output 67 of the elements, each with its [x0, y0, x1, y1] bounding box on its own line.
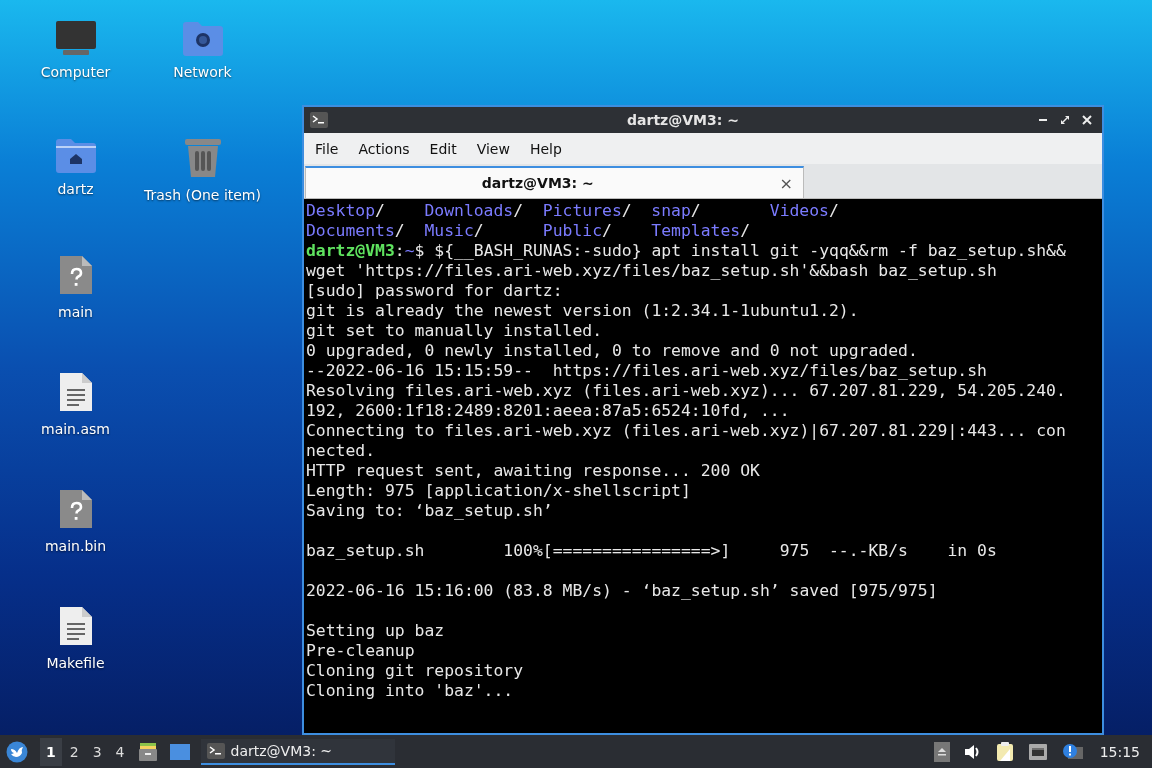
- command-line: dartz@VM3:~$ ${__BASH_RUNAS:-sudo} apt install git -yqq&&rm -f baz_setup.sh&&: [306, 241, 1066, 260]
- eject-icon[interactable]: [933, 741, 950, 762]
- menu-item[interactable]: Help: [529, 136, 572, 161]
- workspace-button[interactable]: 3: [86, 737, 108, 766]
- unknown-file-icon[interactable]: [58, 254, 93, 296]
- terminal-line: Length: 975 [application/x-shellscript]: [306, 481, 691, 500]
- tab-close-button[interactable]: ×: [769, 173, 803, 193]
- terminal-line: baz_setup.sh 100%[================>] 975 --.-KB/s in 0s: [306, 541, 997, 560]
- workspace-button[interactable]: 2: [63, 737, 85, 766]
- close-icon[interactable]: [1082, 115, 1092, 125]
- terminal-line: Cloning git repository: [306, 661, 524, 680]
- terminal-line: Connecting to files.ari-web.xyz (files.ari-web.xyz)|67.207.81.229|:443... con: [306, 421, 1066, 440]
- globe-folder-icon[interactable]: [181, 20, 224, 56]
- directory-entry: Music/: [424, 221, 484, 240]
- terminal-line: 2022-06-16 15:16:00 (83.8 MB/s) - ‘baz_setup.sh’ saved [975/975]: [306, 581, 938, 600]
- terminal-line: HTTP request sent, awaiting response... 200 OK: [306, 461, 760, 480]
- menu-item[interactable]: Edit: [429, 136, 467, 161]
- desktop-icon-label[interactable]: main: [58, 304, 93, 320]
- terminal-line: git is already the newest version (1:2.34.1-1ubuntu1.2).: [306, 301, 859, 320]
- start-menu-icon[interactable]: [6, 740, 28, 763]
- notification-icon[interactable]: [1061, 742, 1084, 761]
- terminal-line: --2022-06-16 15:15:59-- https://files.ari-web.xyz/files/baz_setup.sh: [306, 361, 987, 380]
- desktop-icon-label[interactable]: Makefile: [46, 655, 105, 671]
- desktop-icon-label[interactable]: dartz: [57, 181, 94, 197]
- window-title: dartz@VM3: ~: [626, 112, 740, 128]
- terminal-icon: [206, 742, 225, 759]
- monitor-icon[interactable]: [54, 20, 97, 56]
- directory-entry: Videos/: [769, 201, 839, 220]
- terminal-line: Setting up baz: [306, 621, 445, 640]
- text-file-icon[interactable]: [58, 371, 93, 413]
- directory-entry: Desktop/: [306, 201, 385, 220]
- workspace-button[interactable]: 1: [40, 737, 62, 766]
- terminal-line: git set to manually installed.: [306, 321, 603, 340]
- terminal-tab[interactable]: dartz@VM3: ~ ×: [305, 166, 804, 198]
- terminal-line: Pre-cleanup: [306, 641, 415, 660]
- file-cabinet-icon[interactable]: [137, 741, 158, 762]
- terminal-line: wget 'https://files.ari-web.xyz/files/baz_setup.sh'&&bash baz_setup.sh: [306, 261, 997, 280]
- terminal-line: Resolving files.ari-web.xyz (files.ari-web.xyz)... 67.207.81.229, 54.205.240.: [306, 381, 1066, 400]
- show-desktop-icon[interactable]: [169, 743, 190, 760]
- network-icon[interactable]: [1027, 742, 1048, 761]
- directory-entry: Documents/: [306, 221, 405, 240]
- directory-entry: Templates/: [651, 221, 751, 240]
- terminal-line: Saving to: ‘baz_setup.sh’: [306, 501, 553, 520]
- menu-item[interactable]: File: [315, 136, 349, 161]
- menu-item[interactable]: Actions: [358, 136, 420, 161]
- desktop-icon-label[interactable]: main.bin: [44, 538, 107, 554]
- clipboard-icon[interactable]: [995, 741, 1014, 762]
- directory-entry: snap/: [651, 201, 701, 220]
- terminal-line: Cloning into 'baz'...: [306, 681, 514, 700]
- home-folder-icon[interactable]: [54, 137, 97, 173]
- unknown-file-icon[interactable]: [58, 488, 93, 530]
- clock[interactable]: 15:15: [1099, 743, 1140, 760]
- taskbar-window-button[interactable]: dartz@VM3: ~: [200, 738, 395, 765]
- directory-entry: Downloads/: [424, 201, 524, 220]
- text-file-icon[interactable]: [58, 605, 93, 647]
- terminal-line: 0 upgraded, 0 newly installed, 0 to remove and 0 not upgraded.: [306, 341, 918, 360]
- workspace-button[interactable]: 4: [109, 737, 131, 766]
- menu-item[interactable]: View: [476, 136, 520, 161]
- directory-entry: Public/: [542, 221, 612, 240]
- desktop-icon-label[interactable]: main.asm: [41, 421, 110, 437]
- maximize-icon[interactable]: [1060, 115, 1070, 125]
- terminal-line: [sudo] password for dartz:: [306, 281, 563, 300]
- terminal-line: nected.: [306, 441, 376, 460]
- terminal-line: 192, 2600:1f18:2489:8201:aeea:87a5:6524:10fd, ...: [306, 401, 790, 420]
- terminal-icon: [310, 112, 328, 128]
- desktop-icon-label[interactable]: Trash (One item): [144, 187, 261, 203]
- directory-entry: Pictures/: [542, 201, 632, 220]
